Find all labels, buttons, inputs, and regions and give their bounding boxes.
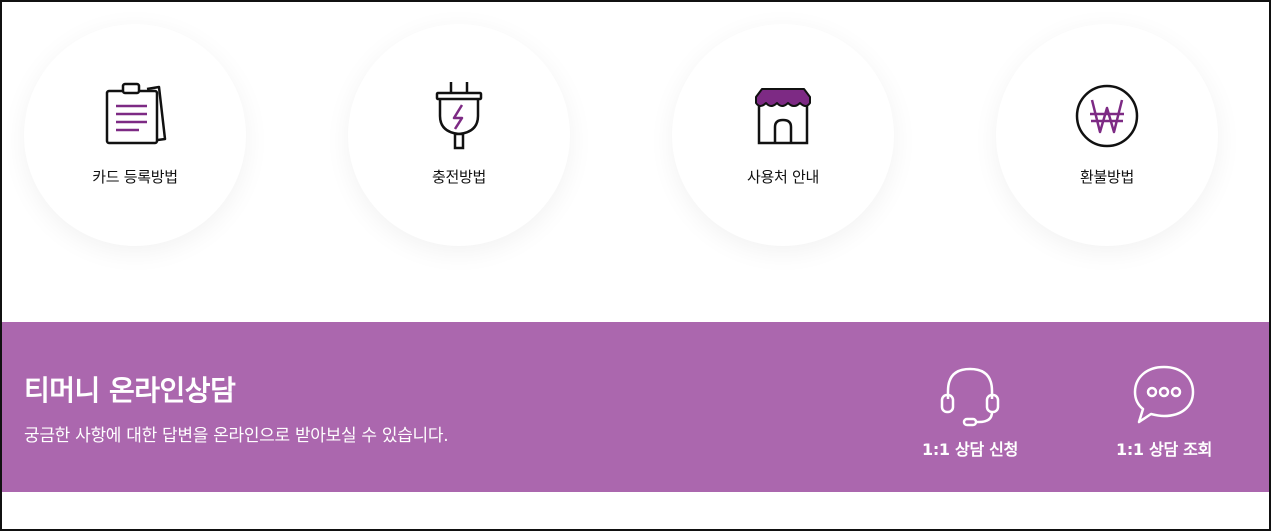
consult-title: 티머니 온라인상담 bbox=[24, 374, 236, 407]
page-frame: 카드 등록방법 충전방법 사용처 안내 환불방법 티머니 온라인상담 궁금한 사… bbox=[0, 0, 1271, 531]
guide-item-label: 사용처 안내 bbox=[747, 168, 819, 186]
guide-section: 카드 등록방법 충전방법 사용처 안내 환불방법 bbox=[2, 2, 1269, 322]
guide-item-refund[interactable]: 환불방법 bbox=[996, 24, 1218, 246]
guide-item-card-registration[interactable]: 카드 등록방법 bbox=[24, 24, 246, 246]
guide-item-label: 환불방법 bbox=[1079, 168, 1134, 186]
chat-bubble-icon bbox=[1128, 358, 1200, 430]
consult-inquiry-button[interactable]: 1:1 상담 조회 bbox=[1094, 358, 1234, 468]
store-icon bbox=[743, 79, 823, 153]
consult-inquiry-label: 1:1 상담 조회 bbox=[1116, 440, 1212, 459]
online-consult-banner: 티머니 온라인상담 궁금한 사항에 대한 답변을 온라인으로 받아보실 수 있습… bbox=[2, 322, 1269, 492]
consult-apply-label: 1:1 상담 신청 bbox=[922, 440, 1018, 459]
guide-item-label: 충전방법 bbox=[431, 168, 486, 186]
headset-icon bbox=[934, 358, 1006, 430]
clipboard-icon bbox=[95, 79, 175, 153]
consult-subtitle: 궁금한 사항에 대한 답변을 온라인으로 받아보실 수 있습니다. bbox=[24, 426, 449, 446]
guide-item-label: 카드 등록방법 bbox=[92, 168, 178, 186]
won-coin-icon bbox=[1067, 79, 1147, 153]
guide-item-store[interactable]: 사용처 안내 bbox=[672, 24, 894, 246]
consult-apply-button[interactable]: 1:1 상담 신청 bbox=[900, 358, 1040, 468]
plug-icon bbox=[419, 79, 499, 153]
guide-item-charging[interactable]: 충전방법 bbox=[348, 24, 570, 246]
